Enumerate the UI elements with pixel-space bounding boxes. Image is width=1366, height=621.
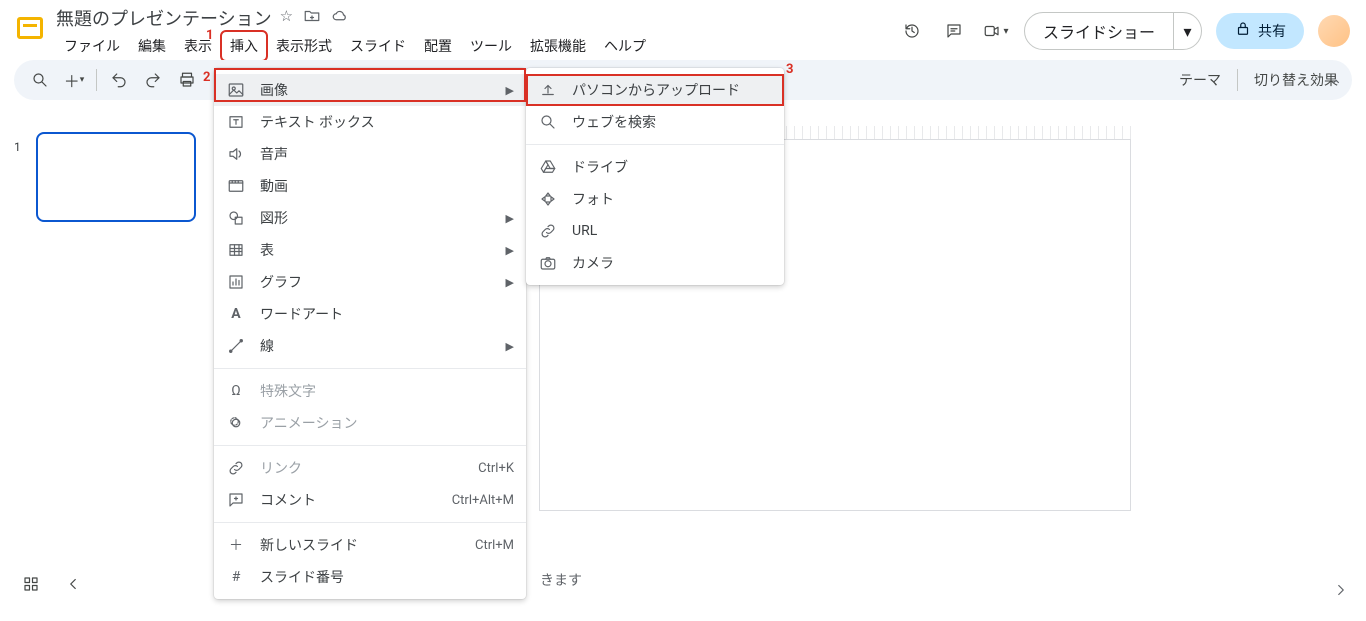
cloud-status-icon[interactable] [331,7,349,29]
menu-item-shape[interactable]: 図形 ▶ [214,202,526,234]
menu-item-link: リンク Ctrl+K [214,452,526,484]
menu-item-line[interactable]: 線 ▶ [214,330,526,362]
title-area: 無題のプレゼンテーション ☆ ファイル 編集 表示 挿入 表示形式 スライド 配… [56,6,654,60]
drive-icon [538,157,558,177]
slide-number: 1 [14,140,21,154]
menu-item-comment[interactable]: コメント Ctrl+Alt+M [214,484,526,516]
star-icon[interactable]: ☆ [280,7,293,29]
menu-extensions[interactable]: 拡張機能 [522,32,594,60]
menu-item-video[interactable]: 動画 [214,170,526,202]
menu-item-table[interactable]: 表 ▶ [214,234,526,266]
menu-arrange[interactable]: 配置 [416,32,460,60]
submenu-photos[interactable]: フォト [526,183,784,215]
chart-icon [226,272,246,292]
menu-item-image-label: 画像 [260,80,492,100]
annotation-3: 3 [786,62,793,77]
link-icon [226,458,246,478]
undo-icon[interactable] [107,68,131,92]
menu-item-image[interactable]: 画像 ▶ [214,74,526,106]
menu-item-newslide[interactable]: ＋ 新しいスライド Ctrl+M [214,529,526,561]
textbox-icon [226,112,246,132]
audio-icon [226,144,246,164]
menu-format[interactable]: 表示形式 [268,32,340,60]
insert-dropdown: 画像 ▶ テキスト ボックス 音声 動画 図形 ▶ 表 ▶ グラフ ▶ A ワー… [214,68,526,599]
share-button[interactable]: 共有 [1216,13,1304,49]
menu-item-chart[interactable]: グラフ ▶ [214,266,526,298]
app-logo[interactable] [12,10,48,46]
submenu-arrow-icon: ▶ [506,84,514,97]
menu-edit[interactable]: 編集 [130,32,174,60]
chevron-left-icon[interactable] [64,575,82,597]
grid-view-icon[interactable] [22,575,40,597]
submenu-arrow-icon: ▶ [506,340,514,353]
submenu-websearch[interactable]: ウェブを検索 [526,106,784,138]
submenu-arrow-icon: ▶ [506,212,514,225]
toolbar-transition[interactable]: 切り替え効果 [1254,70,1338,90]
submenu-camera[interactable]: カメラ [526,247,784,279]
search-icon[interactable] [28,68,52,92]
wordart-icon: A [226,304,246,324]
menubar: ファイル 編集 表示 挿入 表示形式 スライド 配置 ツール 拡張機能 ヘルプ [56,32,654,60]
document-title[interactable]: 無題のプレゼンテーション [56,5,272,31]
submenu-upload[interactable]: パソコンからアップロード [526,74,784,106]
link-icon [538,221,558,241]
slideshow-dropdown[interactable]: ▾ [1173,13,1201,49]
meet-icon[interactable]: ▾ [982,17,1010,45]
animation-icon [226,413,246,433]
collapse-toolbar-icon[interactable]: ⌃ [1330,78,1342,94]
annotation-2: 2 [203,70,210,85]
upload-icon [538,80,558,100]
menu-tools[interactable]: ツール [462,32,520,60]
bottom-left-controls [22,575,82,597]
lock-icon [1234,20,1252,42]
image-icon [226,80,246,100]
new-slide-icon[interactable]: ＋▾ [62,68,86,92]
toolbar-theme[interactable]: テーマ [1179,70,1221,90]
menu-item-animation: アニメーション [214,407,526,439]
move-folder-icon[interactable] [303,7,321,29]
video-icon [226,176,246,196]
header-bar: 無題のプレゼンテーション ☆ ファイル 編集 表示 挿入 表示形式 スライド 配… [0,0,1366,60]
ruler [786,126,1136,140]
speaker-notes-fragment[interactable]: きます [540,570,582,590]
omega-icon: Ω [226,381,246,401]
history-icon[interactable] [898,17,926,45]
plus-icon: ＋ [226,535,246,555]
submenu-drive[interactable]: ドライブ [526,151,784,183]
menu-file[interactable]: ファイル [56,32,128,60]
menu-item-slidenumber[interactable]: # スライド番号 [214,561,526,593]
header-right: ▾ スライドショー ▾ 共有 [898,12,1354,50]
explore-collapse-icon[interactable] [1328,577,1354,603]
image-submenu: パソコンからアップロード ウェブを検索 ドライブ フォト URL カメラ [526,68,784,285]
photos-icon [538,189,558,209]
shape-icon [226,208,246,228]
table-icon [226,240,246,260]
camera-icon [538,253,558,273]
slideshow-label: スライドショー [1043,19,1155,43]
slide-thumbnail[interactable] [36,132,196,222]
menu-item-audio[interactable]: 音声 [214,138,526,170]
submenu-url[interactable]: URL [526,215,784,247]
menu-item-wordart[interactable]: A ワードアート [214,298,526,330]
comment-add-icon [226,490,246,510]
submenu-arrow-icon: ▶ [506,244,514,257]
menu-slide[interactable]: スライド [342,32,414,60]
slideshow-button[interactable]: スライドショー ▾ [1024,12,1202,50]
annotation-1: 1 [206,28,213,43]
line-icon [226,336,246,356]
search-icon [538,112,558,132]
menu-item-specialchar: Ω 特殊文字 [214,375,526,407]
print-icon[interactable] [175,68,199,92]
menu-insert[interactable]: 挿入 [222,32,266,60]
menu-help[interactable]: ヘルプ [596,32,654,60]
redo-icon[interactable] [141,68,165,92]
hash-icon: # [226,567,246,587]
comments-icon[interactable] [940,17,968,45]
share-label: 共有 [1258,21,1286,41]
account-avatar[interactable] [1318,15,1350,47]
submenu-arrow-icon: ▶ [506,276,514,289]
menu-item-textbox[interactable]: テキスト ボックス [214,106,526,138]
